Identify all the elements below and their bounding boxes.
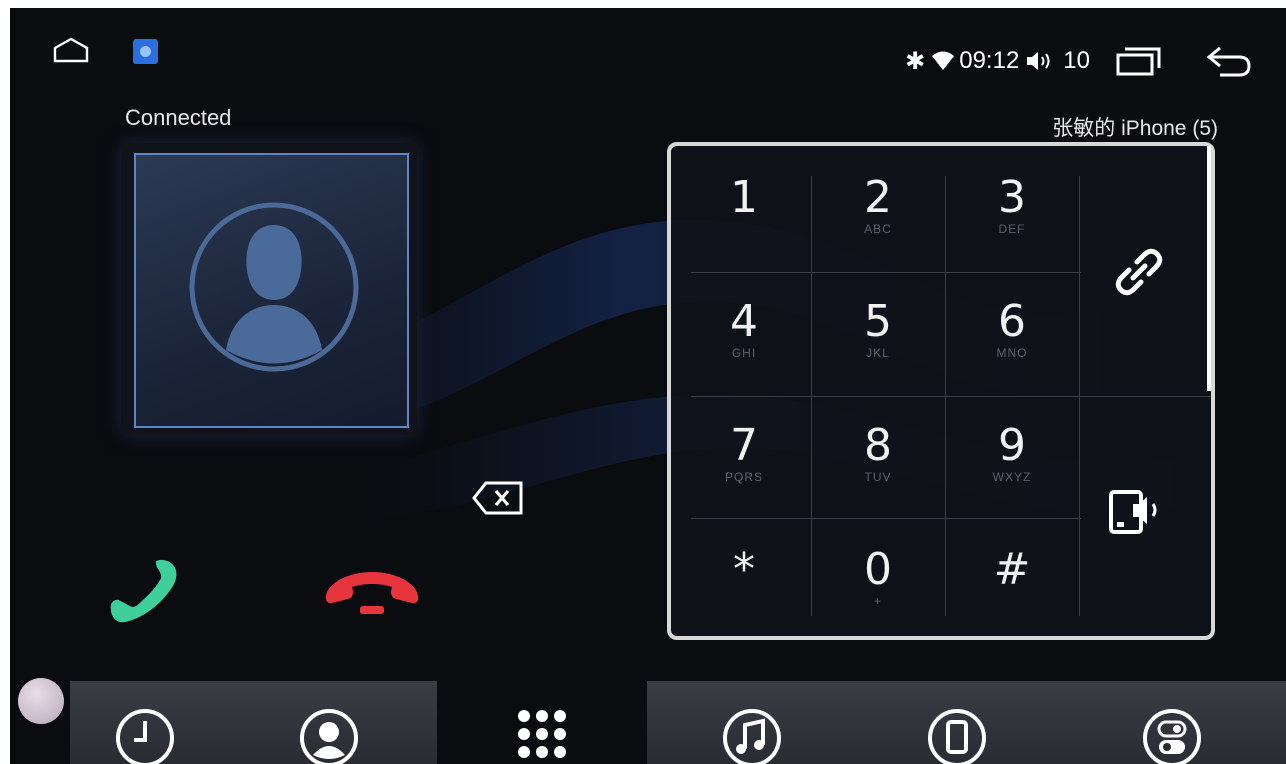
device-name: 张敏的 iPhone (5) bbox=[1052, 117, 1218, 140]
connection-status: Connected bbox=[125, 105, 232, 130]
volume-level: 10 bbox=[1063, 47, 1090, 74]
clock-icon bbox=[116, 709, 174, 764]
tab-music[interactable] bbox=[647, 681, 857, 764]
tab-device[interactable] bbox=[857, 681, 1057, 764]
key-6[interactable]: 6 MNO bbox=[945, 270, 1079, 393]
home-icon[interactable] bbox=[52, 36, 90, 64]
key-hash[interactable]: # bbox=[945, 518, 1079, 641]
audio-transfer-icon[interactable] bbox=[1107, 486, 1169, 540]
app-icon[interactable] bbox=[133, 39, 158, 64]
recent-apps-icon[interactable] bbox=[1116, 46, 1162, 76]
contact-silhouette-icon bbox=[189, 202, 359, 372]
phone-icon bbox=[928, 709, 986, 764]
key-3[interactable]: 3 DEF bbox=[945, 146, 1079, 269]
floating-assistive-button[interactable] bbox=[18, 678, 64, 724]
call-button[interactable] bbox=[102, 556, 184, 630]
tab-settings[interactable] bbox=[1057, 681, 1286, 764]
tab-dialpad[interactable] bbox=[437, 681, 647, 764]
clock-time: 09:12 bbox=[959, 47, 1020, 74]
volume-icon[interactable] bbox=[1025, 49, 1055, 73]
key-9[interactable]: 9 WXYZ bbox=[945, 394, 1079, 517]
bottom-tab-bar bbox=[10, 681, 1286, 764]
status-indicators: ✱ 09:12 10 bbox=[905, 44, 1252, 78]
link-icon[interactable] bbox=[1111, 244, 1167, 300]
key-4[interactable]: 4 GHI bbox=[677, 270, 811, 393]
music-icon bbox=[723, 709, 781, 764]
back-icon[interactable] bbox=[1206, 44, 1252, 78]
tab-call-history[interactable] bbox=[70, 681, 220, 764]
wifi-icon bbox=[932, 51, 955, 70]
key-8[interactable]: 8 TUV bbox=[811, 394, 945, 517]
dial-keypad: 1 2 ABC 3 DEF 4 GHI 5 JKL 6 MNO 7 PQRS 8 TUV 9W… bbox=[667, 142, 1215, 640]
bluetooth-icon: ✱ bbox=[905, 47, 926, 75]
status-bar: ✱ 09:12 10 bbox=[10, 8, 1286, 88]
toggle-icon bbox=[1142, 709, 1201, 764]
tab-contacts[interactable] bbox=[220, 681, 437, 764]
key-7[interactable]: 7 PQRS bbox=[677, 394, 811, 517]
dialpad-icon bbox=[518, 710, 566, 758]
key-2[interactable]: 2 ABC bbox=[811, 146, 945, 269]
key-5[interactable]: 5 JKL bbox=[811, 270, 945, 393]
key-1[interactable]: 1 bbox=[677, 146, 811, 269]
key-0[interactable]: 0 + bbox=[811, 518, 945, 641]
keypad-scrollbar[interactable] bbox=[1207, 146, 1211, 391]
key-star[interactable]: * bbox=[677, 518, 811, 641]
contact-icon bbox=[299, 709, 358, 764]
contact-avatar-card bbox=[121, 143, 417, 435]
phone-screen: ✱ 09:12 10 Connected 张敏的 iPhone (5) 1 2 … bbox=[10, 8, 1286, 764]
backspace-icon[interactable] bbox=[472, 480, 524, 516]
hangup-button[interactable] bbox=[320, 568, 424, 618]
avatar bbox=[134, 153, 409, 428]
